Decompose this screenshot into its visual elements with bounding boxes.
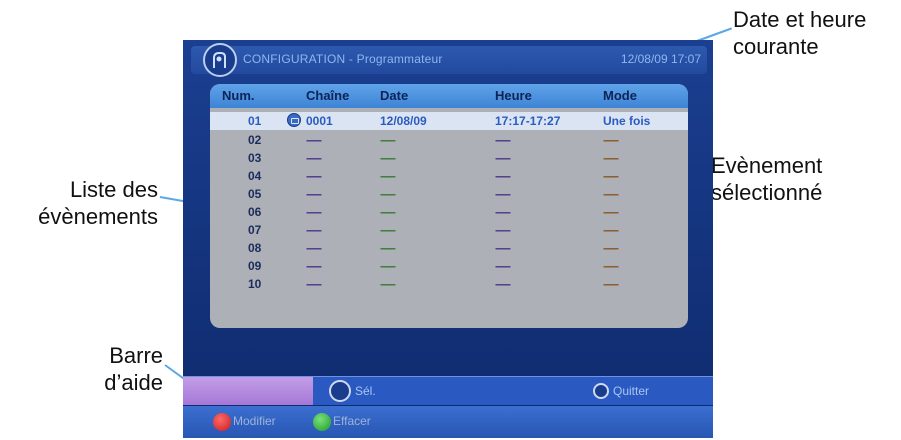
callout-selected-event: Evènement sélectionné bbox=[711, 152, 822, 206]
event-time: ----- bbox=[495, 277, 511, 291]
callout-event-list: Liste des évènements bbox=[0, 176, 158, 230]
event-num: 02 bbox=[248, 133, 262, 147]
event-mode: ----- bbox=[603, 187, 619, 201]
help-select-label: Sél. bbox=[355, 384, 376, 398]
event-row[interactable]: 08 ----- ----- ----- ----- bbox=[210, 239, 688, 257]
event-channel: ----- bbox=[306, 169, 322, 183]
delete-label[interactable]: Effacer bbox=[333, 414, 371, 428]
event-date: ----- bbox=[380, 259, 396, 273]
green-key-icon[interactable] bbox=[313, 413, 331, 431]
event-date: ----- bbox=[380, 241, 396, 255]
event-num: 06 bbox=[248, 205, 262, 219]
screen-title: CONFIGURATION - Programmateur bbox=[243, 52, 443, 66]
color-key-bar: Modifier Effacer bbox=[183, 406, 713, 438]
event-time: ----- bbox=[495, 151, 511, 165]
event-date: ----- bbox=[380, 133, 396, 147]
title-bar: CONFIGURATION - Programmateur 12/08/09 1… bbox=[191, 43, 707, 77]
event-row[interactable]: 04 ----- ----- ----- ----- bbox=[210, 167, 688, 185]
event-channel: ----- bbox=[306, 241, 322, 255]
event-num: 07 bbox=[248, 223, 262, 237]
list-header: Num. Chaîne Date Heure Mode bbox=[210, 84, 688, 108]
event-time: ----- bbox=[495, 187, 511, 201]
event-mode: ----- bbox=[603, 277, 619, 291]
event-mode: ----- bbox=[603, 241, 619, 255]
event-channel: 0001 bbox=[306, 114, 333, 128]
column-header-channel: Chaîne bbox=[306, 88, 350, 103]
event-mode: ----- bbox=[603, 259, 619, 273]
event-channel: ----- bbox=[306, 205, 322, 219]
callout-event-list-line2: évènements bbox=[38, 204, 158, 229]
event-date: ----- bbox=[380, 169, 396, 183]
event-row[interactable]: 06 ----- ----- ----- ----- bbox=[210, 203, 688, 221]
event-time: ----- bbox=[495, 169, 511, 183]
event-mode: ----- bbox=[603, 151, 619, 165]
help-bar-highlight bbox=[183, 377, 313, 405]
event-num: 03 bbox=[248, 151, 262, 165]
current-datetime: 12/08/09 17:07 bbox=[620, 52, 701, 66]
event-channel: ----- bbox=[306, 187, 322, 201]
column-header-num: Num. bbox=[222, 88, 255, 103]
event-row[interactable]: 10 ----- ----- ----- ----- bbox=[210, 275, 688, 293]
event-num: 05 bbox=[248, 187, 262, 201]
event-row[interactable]: 05 ----- ----- ----- ----- bbox=[210, 185, 688, 203]
event-list-panel: Num. Chaîne Date Heure Mode 01 0001 12/0… bbox=[210, 84, 688, 328]
modify-label[interactable]: Modifier bbox=[233, 414, 276, 428]
callout-datetime-line1: Date et heure bbox=[733, 7, 867, 32]
event-time: ----- bbox=[495, 259, 511, 273]
callout-datetime-line2: courante bbox=[733, 34, 819, 59]
column-header-mode: Mode bbox=[603, 88, 637, 103]
event-row[interactable]: 09 ----- ----- ----- ----- bbox=[210, 257, 688, 275]
event-num: 08 bbox=[248, 241, 262, 255]
event-time: ----- bbox=[495, 223, 511, 237]
callout-selected-event-line1: Evènement bbox=[711, 153, 823, 178]
column-header-time: Heure bbox=[495, 88, 532, 103]
event-date: ----- bbox=[380, 205, 396, 219]
event-mode: ----- bbox=[603, 205, 619, 219]
help-bar: Sél. Quitter bbox=[183, 376, 713, 405]
event-channel: ----- bbox=[306, 259, 322, 273]
event-date: ----- bbox=[380, 277, 396, 291]
event-channel: ----- bbox=[306, 133, 322, 147]
event-time: ----- bbox=[495, 133, 511, 147]
navigate-updown-icon bbox=[329, 380, 351, 402]
event-num: 10 bbox=[248, 277, 262, 291]
tv-screen: CONFIGURATION - Programmateur 12/08/09 1… bbox=[183, 40, 713, 438]
menu-logo-icon bbox=[203, 43, 237, 77]
callout-help-bar-line1: Barre bbox=[109, 343, 163, 368]
event-channel: ----- bbox=[306, 223, 322, 237]
event-mode: ----- bbox=[603, 133, 619, 147]
callout-help-bar: Barre d’aide bbox=[60, 342, 163, 396]
event-time: ----- bbox=[495, 205, 511, 219]
event-row[interactable]: 02 ----- ----- ----- ----- bbox=[210, 131, 688, 149]
event-channel: ----- bbox=[306, 277, 322, 291]
column-header-date: Date bbox=[380, 88, 409, 103]
event-mode: ----- bbox=[603, 169, 619, 183]
event-date: ----- bbox=[380, 151, 396, 165]
event-date: ----- bbox=[380, 223, 396, 237]
event-num: 09 bbox=[248, 259, 262, 273]
event-row[interactable]: 03 ----- ----- ----- ----- bbox=[210, 149, 688, 167]
event-row[interactable]: 07 ----- ----- ----- ----- bbox=[210, 221, 688, 239]
event-row-selected[interactable]: 01 0001 12/08/09 17:17-17:27 Une fois bbox=[210, 112, 688, 130]
event-date: ----- bbox=[380, 187, 396, 201]
callout-event-list-line1: Liste des bbox=[69, 177, 158, 202]
exit-icon[interactable] bbox=[593, 383, 609, 399]
red-key-icon[interactable] bbox=[213, 413, 231, 431]
event-num: 01 bbox=[248, 114, 262, 128]
callout-help-bar-line2: d’aide bbox=[104, 370, 163, 395]
callout-datetime: Date et heure courante bbox=[733, 6, 866, 60]
event-channel: ----- bbox=[306, 151, 322, 165]
channel-type-icon bbox=[287, 113, 301, 127]
event-mode: ----- bbox=[603, 223, 619, 237]
event-time: 17:17-17:27 bbox=[495, 114, 561, 128]
event-time: ----- bbox=[495, 241, 511, 255]
callout-selected-event-line2: sélectionné bbox=[711, 180, 823, 205]
event-mode: Une fois bbox=[603, 114, 651, 128]
help-quit-label[interactable]: Quitter bbox=[613, 384, 649, 398]
event-date: 12/08/09 bbox=[380, 114, 427, 128]
event-num: 04 bbox=[248, 169, 262, 183]
